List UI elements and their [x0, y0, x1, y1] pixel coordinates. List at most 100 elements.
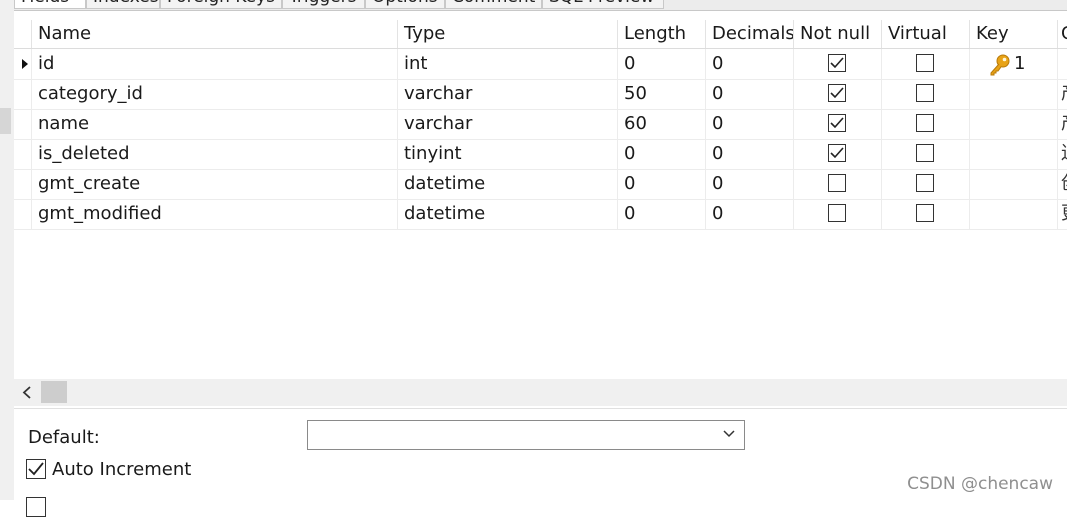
- comment-overflow-text: 创: [1061, 169, 1067, 199]
- default-value-select[interactable]: [307, 420, 745, 450]
- tab-options[interactable]: Options: [365, 0, 445, 9]
- cell-type[interactable]: datetime: [398, 169, 618, 199]
- cell-length[interactable]: 0: [618, 199, 706, 229]
- virtual-checkbox[interactable]: [916, 54, 934, 72]
- unlabeled-checkbox[interactable]: [26, 497, 46, 517]
- not-null-checkbox[interactable]: [828, 114, 846, 132]
- virtual-checkbox[interactable]: [916, 114, 934, 132]
- cell-not-null: [794, 199, 882, 229]
- cell-name[interactable]: id: [32, 49, 398, 79]
- header-type[interactable]: Type: [398, 20, 618, 48]
- checkmark-icon: [830, 87, 844, 99]
- tab-sql-preview[interactable]: SQL Preview: [542, 0, 664, 9]
- cell-length[interactable]: 0: [618, 49, 706, 79]
- cell-key[interactable]: [970, 199, 1058, 229]
- cell-name[interactable]: gmt_modified: [32, 199, 398, 229]
- cell-length[interactable]: 60: [618, 109, 706, 139]
- header-virtual[interactable]: Virtual: [882, 20, 970, 48]
- left-panel-marker: [0, 108, 11, 134]
- virtual-checkbox[interactable]: [916, 174, 934, 192]
- checkmark-icon: [28, 462, 44, 476]
- cell-decimals[interactable]: 0: [706, 139, 794, 169]
- cell-virtual: [882, 139, 970, 169]
- table-row[interactable]: is_deleted tinyint 0 0 逻: [14, 139, 1067, 170]
- header-comment[interactable]: C: [1058, 20, 1067, 48]
- header-length[interactable]: Length: [618, 20, 706, 48]
- cell-virtual: [882, 109, 970, 139]
- header-decimals[interactable]: Decimals: [706, 20, 794, 48]
- cell-key[interactable]: [970, 79, 1058, 109]
- cell-key[interactable]: 1: [970, 49, 1058, 79]
- cell-decimals[interactable]: 0: [706, 49, 794, 79]
- tab-indexes[interactable]: Indexes: [86, 0, 160, 9]
- tab-triggers[interactable]: Triggers: [282, 0, 365, 9]
- cell-type[interactable]: datetime: [398, 199, 618, 229]
- cell-type[interactable]: varchar: [398, 79, 618, 109]
- tab-comment[interactable]: Comment: [445, 0, 542, 9]
- table-row[interactable]: gmt_create datetime 0 0 创: [14, 169, 1067, 200]
- cell-not-null: [794, 79, 882, 109]
- virtual-checkbox[interactable]: [916, 204, 934, 222]
- header-key[interactable]: Key: [970, 20, 1058, 48]
- cell-length[interactable]: 50: [618, 79, 706, 109]
- cell-comment[interactable]: 逻: [1058, 139, 1067, 169]
- cell-length[interactable]: 0: [618, 169, 706, 199]
- cell-decimals[interactable]: 0: [706, 169, 794, 199]
- cell-comment[interactable]: 产: [1058, 79, 1067, 109]
- cell-type[interactable]: int: [398, 49, 618, 79]
- fields-grid: Name Type Length Decimals Not null Virtu…: [14, 20, 1067, 380]
- header-not-null[interactable]: Not null: [794, 20, 882, 48]
- tab-fields[interactable]: Fields: [14, 0, 86, 9]
- row-indicator-cell: [14, 169, 32, 199]
- cell-type[interactable]: varchar: [398, 109, 618, 139]
- checkmark-icon: [830, 117, 844, 129]
- cell-not-null: [794, 49, 882, 79]
- cell-comment[interactable]: 创: [1058, 169, 1067, 199]
- not-null-checkbox[interactable]: [828, 84, 846, 102]
- table-row[interactable]: name varchar 60 0 产: [14, 109, 1067, 140]
- cell-name[interactable]: name: [32, 109, 398, 139]
- default-label: Default:: [28, 427, 100, 448]
- cell-comment[interactable]: 产: [1058, 109, 1067, 139]
- virtual-checkbox[interactable]: [916, 84, 934, 102]
- comment-overflow-text: 逻: [1061, 139, 1067, 169]
- cell-type[interactable]: tinyint: [398, 139, 618, 169]
- cell-length[interactable]: 0: [618, 139, 706, 169]
- auto-increment-checkbox[interactable]: [26, 459, 46, 479]
- table-row[interactable]: category_id varchar 50 0 产: [14, 79, 1067, 110]
- not-null-checkbox[interactable]: [828, 174, 846, 192]
- virtual-checkbox[interactable]: [916, 144, 934, 162]
- cell-decimals[interactable]: 0: [706, 199, 794, 229]
- chevron-down-icon: [723, 430, 735, 438]
- watermark: CSDN @chencaw: [907, 474, 1053, 494]
- key-order: 1: [1014, 53, 1026, 74]
- grid-header: Name Type Length Decimals Not null Virtu…: [14, 20, 1067, 49]
- tab-foreign-keys[interactable]: Foreign Keys: [160, 0, 282, 9]
- table-row[interactable]: id int 0 0 1: [14, 49, 1067, 80]
- cell-decimals[interactable]: 0: [706, 109, 794, 139]
- not-null-checkbox[interactable]: [828, 144, 846, 162]
- cell-virtual: [882, 79, 970, 109]
- cell-comment[interactable]: [1058, 49, 1067, 79]
- cell-decimals[interactable]: 0: [706, 79, 794, 109]
- cell-key[interactable]: [970, 139, 1058, 169]
- not-null-checkbox[interactable]: [828, 204, 846, 222]
- cell-name[interactable]: category_id: [32, 79, 398, 109]
- chevron-left-icon[interactable]: [17, 382, 37, 403]
- cell-comment[interactable]: 更: [1058, 199, 1067, 229]
- cell-key[interactable]: [970, 169, 1058, 199]
- left-panel-edge: [0, 0, 14, 500]
- not-null-checkbox[interactable]: [828, 54, 846, 72]
- cell-virtual: [882, 199, 970, 229]
- header-name[interactable]: Name: [32, 20, 398, 48]
- cell-key[interactable]: [970, 109, 1058, 139]
- scrollbar-thumb[interactable]: [41, 381, 67, 403]
- header-indicator-column: [14, 20, 32, 48]
- cell-name[interactable]: is_deleted: [32, 139, 398, 169]
- cell-virtual: [882, 49, 970, 79]
- table-row[interactable]: gmt_modified datetime 0 0 更: [14, 199, 1067, 230]
- cell-name[interactable]: gmt_create: [32, 169, 398, 199]
- horizontal-scrollbar[interactable]: [14, 379, 1067, 406]
- row-indicator-cell: [14, 79, 32, 109]
- auto-increment-label: Auto Increment: [52, 459, 192, 480]
